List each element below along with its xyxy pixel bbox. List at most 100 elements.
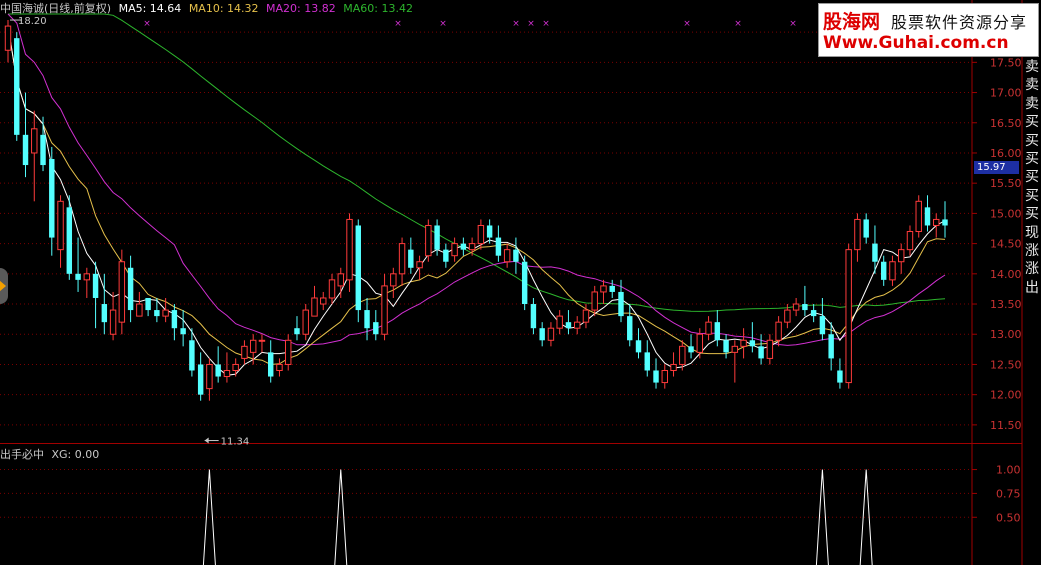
- candle-body: [547, 327, 555, 341]
- candle-body: [723, 340, 729, 353]
- candle-body: [792, 303, 800, 311]
- candle-body: [127, 267, 134, 311]
- sell-marker: ×: [734, 19, 742, 29]
- candle-body: [223, 369, 231, 378]
- candle-body: [749, 340, 756, 347]
- candle-body: [443, 249, 449, 262]
- candle-body: [521, 261, 528, 305]
- price-tick-label: 12.00: [990, 389, 1022, 402]
- candle-body: [644, 352, 650, 371]
- signal-label: 涨: [1025, 261, 1039, 278]
- candle-body: [810, 310, 817, 317]
- candle-body: [898, 249, 905, 263]
- price-tick-label: 16.50: [990, 117, 1022, 130]
- ma60-line: [8, 13, 946, 312]
- candle-body: [249, 339, 257, 353]
- candle-body: [232, 363, 239, 371]
- candle-body: [118, 261, 126, 323]
- candle-body: [933, 218, 940, 226]
- candle-body: [758, 346, 764, 359]
- candle-body: [40, 134, 46, 166]
- candle-body: [688, 346, 694, 353]
- candle-body: [346, 218, 353, 281]
- price-axis: 18.0017.5017.0016.5016.0015.5015.0014.50…: [0, 0, 1023, 565]
- candle-body: [162, 309, 169, 317]
- candle-body: [154, 310, 160, 317]
- watermark-logo: 股海网 股票软件资源分享 Www.Guhai.com.cn: [818, 3, 1039, 57]
- signal-spike: [815, 469, 829, 565]
- signal-label: 卖: [1025, 77, 1039, 94]
- candle-body: [942, 219, 948, 226]
- sell-marker: ×: [394, 19, 402, 29]
- side-panel-toggle[interactable]: [0, 268, 8, 304]
- sell-marker: ×: [542, 19, 550, 29]
- signal-label: 买: [1025, 132, 1039, 149]
- candle-body: [241, 345, 248, 359]
- candle-body: [679, 345, 686, 365]
- signal-label: 出: [1025, 279, 1039, 296]
- candle-body: [573, 321, 581, 329]
- watermark-url: Www.Guhai.com.cn: [823, 33, 1009, 53]
- signal-label: 卖: [1025, 95, 1039, 112]
- candle-body: [460, 243, 467, 250]
- price-tick-label: 13.00: [990, 328, 1022, 341]
- price-tick-label: 17.00: [990, 87, 1022, 100]
- candle-body: [49, 159, 55, 238]
- candle-body: [355, 225, 361, 311]
- candle-body: [136, 303, 143, 317]
- ma5-line: [7, 26, 946, 376]
- sell-marker: ×: [789, 19, 797, 29]
- grid-lines: [0, 31, 972, 426]
- candle-body: [267, 352, 274, 377]
- signal-label: 涨: [1025, 243, 1039, 260]
- candle-body: [863, 219, 869, 238]
- signal-labels: 卖卖卖买买买买买买现涨涨出: [1023, 58, 1041, 297]
- candle-body: [390, 273, 397, 287]
- signal-spike: [859, 469, 873, 565]
- candle-body: [31, 128, 38, 154]
- signal-spike: [202, 469, 216, 565]
- candle-body: [22, 134, 29, 166]
- candle-body: [880, 261, 887, 280]
- candle-body: [775, 321, 782, 341]
- price-tick-label: 14.00: [990, 268, 1022, 281]
- candle-body: [328, 279, 336, 299]
- candle-body: [591, 291, 598, 311]
- ma10-label: MA10: 14.32: [188, 2, 259, 15]
- moving-average-lines: [7, 13, 946, 376]
- candle-body: [609, 285, 615, 292]
- candle-body: [302, 309, 309, 335]
- candle-body: [802, 304, 808, 311]
- price-tick-label: 15.50: [990, 177, 1022, 190]
- candle-body: [197, 364, 204, 395]
- price-tick-label: 15.00: [990, 207, 1022, 220]
- candle-body: [661, 369, 668, 384]
- candle-body: [75, 273, 81, 280]
- annotations: 18.20 11.34: [10, 16, 249, 448]
- candle-body: [258, 339, 266, 342]
- candle-body: [206, 363, 213, 390]
- sell-marker: ×: [439, 19, 447, 29]
- price-tick-label: 17.50: [990, 56, 1022, 69]
- ma20-label: MA20: 13.82: [266, 2, 336, 15]
- candle-body: [398, 243, 406, 275]
- high-label: 18.20: [18, 16, 47, 27]
- candle-body: [66, 207, 73, 274]
- candle-body: [285, 339, 292, 365]
- candle-body: [714, 322, 721, 341]
- signal-label: 买: [1025, 206, 1039, 223]
- candle-body: [627, 316, 633, 341]
- price-chart[interactable]: 18.0017.5017.0016.5016.0015.5015.0014.50…: [0, 0, 1041, 565]
- candle-body: [503, 249, 511, 263]
- sub-panel-header: 出手必中 XG: 0.00: [0, 446, 103, 462]
- low-arrow-head: [204, 437, 209, 444]
- candle-body: [618, 291, 624, 317]
- candle-body: [364, 310, 370, 329]
- candle-body: [556, 315, 563, 329]
- candle-body: [311, 297, 318, 317]
- candle-body: [294, 328, 300, 335]
- signal-label: 买: [1025, 114, 1039, 131]
- ma5-label: MA5: 14.64: [118, 2, 182, 15]
- price-tick-label: 11.50: [990, 419, 1022, 432]
- candle-body: [109, 309, 117, 335]
